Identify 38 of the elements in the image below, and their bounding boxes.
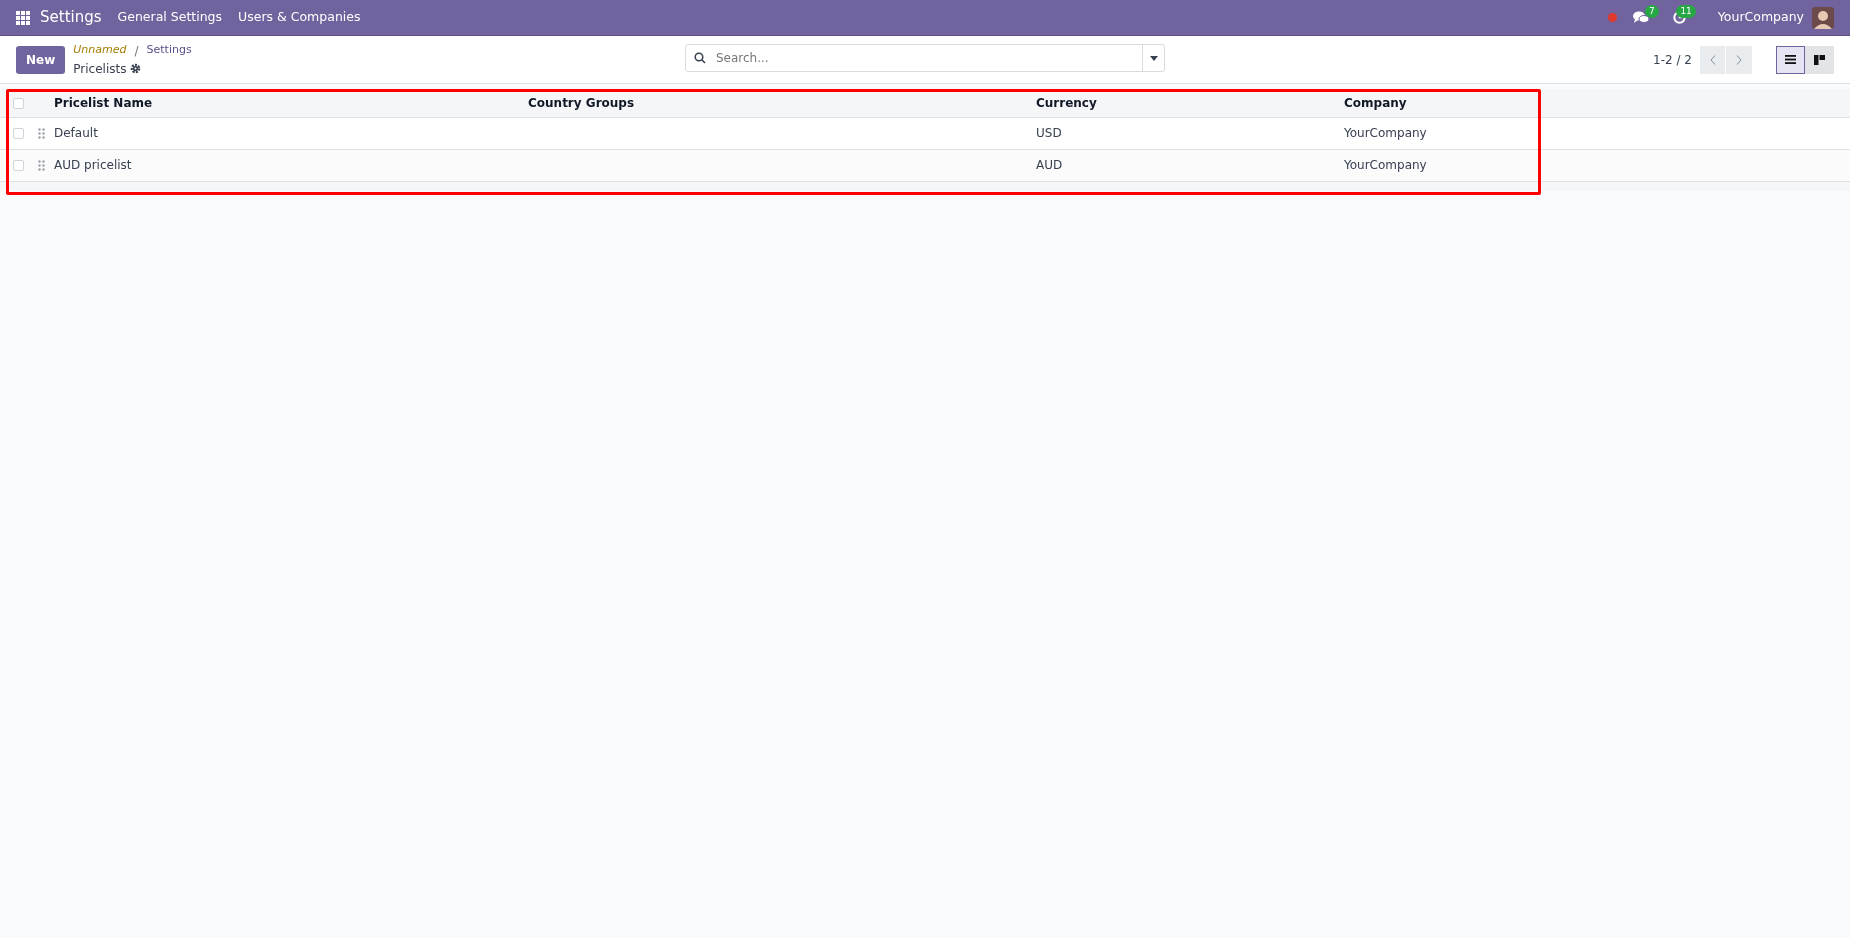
drag-handle-icon[interactable]: [38, 159, 45, 171]
new-button[interactable]: New: [16, 45, 66, 74]
table-cell: YourCompany: [1344, 126, 1427, 140]
select-all-checkbox[interactable]: [13, 97, 24, 109]
gear-icon[interactable]: [130, 63, 142, 74]
chevron-right-icon: [1736, 54, 1742, 65]
drag-handle-icon[interactable]: [38, 127, 45, 139]
kanban-view-button[interactable]: [1805, 45, 1834, 74]
menu-item[interactable]: Users & Companies: [238, 8, 361, 27]
table-cell: AUD: [1036, 158, 1063, 172]
chevron-left-icon: [1709, 54, 1716, 65]
table-cell: USD: [1036, 126, 1062, 140]
column-header[interactable]: Company: [1340, 89, 1850, 117]
row-checkbox[interactable]: [13, 128, 24, 139]
table-cell: YourCompany: [1344, 158, 1427, 172]
pager-value: 1-2 / 2: [1653, 51, 1692, 69]
company-name[interactable]: YourCompany: [1717, 8, 1804, 27]
list-icon: [1785, 55, 1796, 64]
list-view-button[interactable]: [1776, 45, 1805, 74]
table-cell: Default: [54, 126, 98, 140]
row-checkbox[interactable]: [13, 160, 24, 171]
message-count: 7: [1645, 5, 1659, 18]
breadcrumb-link[interactable]: Settings: [146, 42, 192, 59]
avatar-icon[interactable]: [1812, 6, 1834, 29]
chat-bubbles-icon[interactable]: [1632, 11, 1649, 24]
table-cell: AUD pricelist: [54, 158, 132, 172]
menu-item[interactable]: General Settings: [117, 8, 223, 27]
breadcrumb-separator: /: [134, 42, 139, 60]
status-dot-icon: [1607, 13, 1617, 22]
apps-grid-icon[interactable]: [16, 10, 30, 25]
search-bar[interactable]: Search...: [685, 44, 1165, 72]
kanban-icon: [1814, 54, 1825, 65]
activity-count: 11: [1676, 5, 1696, 18]
caret-icon: [1149, 55, 1158, 61]
search-icon: [694, 52, 706, 64]
breadcrumb-link[interactable]: Unnamed: [73, 42, 127, 59]
app-title[interactable]: Settings: [40, 6, 102, 29]
page-title: Pricelists: [73, 60, 127, 78]
